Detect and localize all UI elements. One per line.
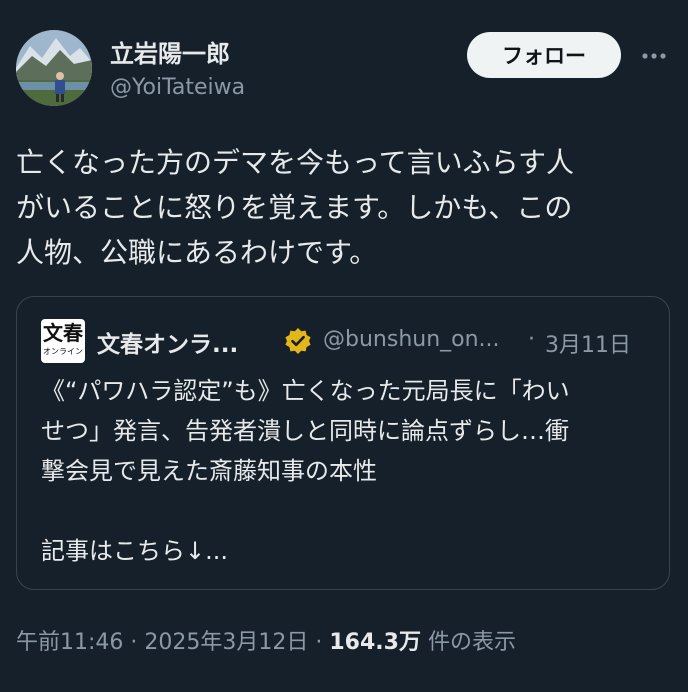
- quote-author-handle[interactable]: @bunshun_on...: [323, 327, 500, 352]
- tweet-date[interactable]: 2025年3月12日: [144, 630, 308, 655]
- quoted-tweet[interactable]: 文春 オンライン 文春オンラ... @bunshun_on... · 3月11日…: [16, 296, 670, 590]
- more-horizontal-icon[interactable]: [640, 48, 670, 62]
- avatar[interactable]: [16, 30, 92, 106]
- author-handle[interactable]: @YoiTateiwa: [110, 75, 245, 100]
- avatar-image: [16, 30, 92, 106]
- tweet-text: 亡くなった方のデマを今もって言いふらす人 がいることに怒りを覚えます。しかも、こ…: [16, 146, 575, 269]
- quote-logo-text: 文春: [43, 321, 83, 345]
- quote-text: 《“パワハラ認定”も》亡くなった元局長に「わい せつ」発言、告発者潰しと同時に論…: [41, 377, 570, 565]
- verified-badge-icon: [284, 327, 312, 355]
- quote-author-name[interactable]: 文春オンラ...: [97, 325, 238, 359]
- meta-separator: ·: [123, 630, 145, 655]
- quote-separator: ·: [528, 327, 535, 352]
- tweet-time[interactable]: 午前11:46: [16, 630, 123, 655]
- follow-button[interactable]: フォロー: [467, 32, 621, 78]
- view-count[interactable]: 164.3万: [329, 630, 421, 655]
- quote-date[interactable]: 3月11日: [545, 327, 631, 359]
- view-count-label: 件の表示: [420, 630, 516, 655]
- quote-logo-subtext: オンライン: [43, 347, 83, 356]
- author-name[interactable]: 立岩陽一郎: [110, 34, 230, 69]
- quote-avatar[interactable]: 文春 オンライン: [41, 319, 85, 363]
- meta-separator: ·: [308, 630, 330, 655]
- tweet-meta: 午前11:46 · 2025年3月12日 · 164.3万 件の表示: [16, 624, 516, 656]
